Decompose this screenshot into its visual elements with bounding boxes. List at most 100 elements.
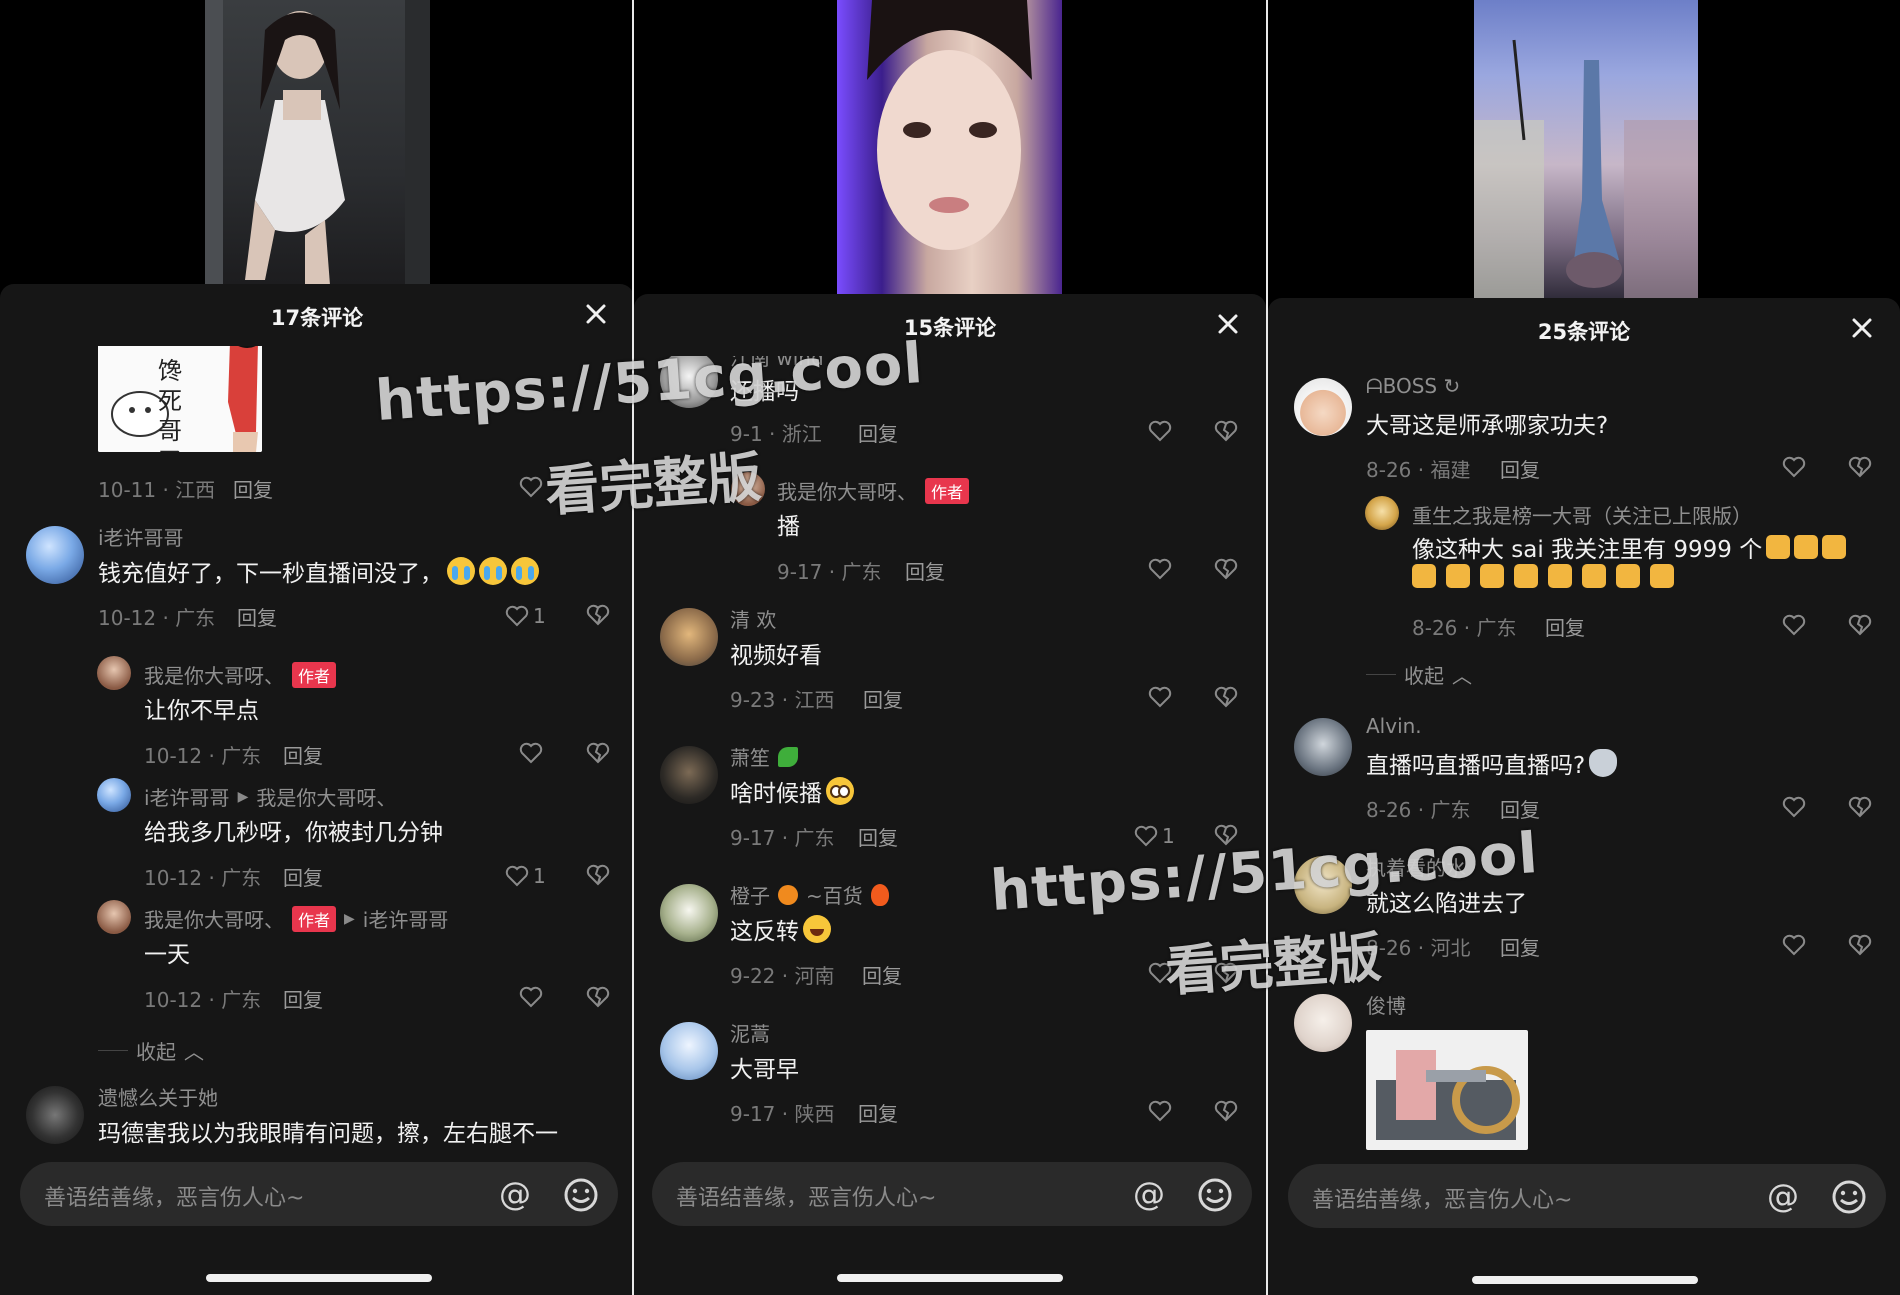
like-icon[interactable] — [519, 476, 543, 498]
home-indicator[interactable] — [837, 1274, 1063, 1282]
close-icon[interactable] — [580, 298, 612, 330]
comment-image[interactable] — [1366, 1030, 1528, 1150]
like-icon[interactable] — [1782, 456, 1806, 478]
like-icon[interactable] — [519, 742, 543, 764]
comment-username[interactable]: 泥蒿 — [730, 1018, 770, 1047]
comment-input[interactable]: 善语结善缘，恶言伤人心~ @ — [1288, 1164, 1886, 1228]
like-button[interactable]: 1 — [1134, 824, 1175, 848]
comment-input[interactable]: 善语结善缘，恶言伤人心~ @ — [20, 1162, 618, 1226]
video-preview[interactable] — [1474, 0, 1698, 300]
like-icon[interactable] — [1148, 1100, 1172, 1122]
comment-username[interactable]: 遗憾么关于她 — [98, 1082, 218, 1111]
like-icon[interactable] — [1148, 420, 1172, 442]
dislike-icon[interactable] — [1848, 614, 1872, 636]
avatar[interactable] — [660, 608, 718, 666]
reply-button[interactable]: 回复 — [863, 684, 903, 713]
comment-username[interactable]: 重生之我是榜一大哥（关注已上限版） — [1412, 500, 1752, 529]
dislike-icon[interactable] — [1214, 686, 1238, 708]
input-placeholder: 善语结善缘，恶言伤人心~ — [676, 1186, 937, 1211]
reply-button[interactable]: 回复 — [283, 740, 323, 769]
close-icon[interactable] — [1212, 308, 1244, 340]
avatar[interactable] — [26, 1086, 84, 1144]
comment-username[interactable]: i老许哥哥 ▶ 我是你大哥呀、 — [144, 782, 396, 811]
reply-to-username[interactable]: i老许哥哥 — [363, 904, 449, 933]
like-icon[interactable] — [1782, 796, 1806, 818]
reply-button[interactable]: 回复 — [1500, 794, 1540, 823]
like-icon[interactable] — [1782, 934, 1806, 956]
emoji-icon[interactable] — [562, 1176, 600, 1214]
emoji-icon[interactable] — [1196, 1176, 1234, 1214]
like-count: 1 — [533, 604, 546, 628]
dislike-icon[interactable] — [1848, 934, 1872, 956]
reply-button[interactable]: 回复 — [283, 862, 323, 891]
comment-username[interactable]: 俊博 — [1366, 990, 1406, 1019]
emoji-icon[interactable] — [1830, 1178, 1868, 1216]
dislike-icon[interactable] — [586, 742, 610, 764]
comment-sticker-image[interactable]: 馋死哥了 — [98, 346, 262, 452]
reply-button[interactable]: 回复 — [237, 602, 277, 631]
avatar[interactable] — [1294, 994, 1352, 1052]
reply-button[interactable]: 回复 — [1500, 932, 1540, 961]
dislike-icon[interactable] — [586, 604, 610, 626]
like-button[interactable]: 1 — [505, 864, 546, 888]
avatar[interactable] — [660, 884, 718, 942]
reply-button[interactable]: 回复 — [1545, 612, 1585, 641]
mention-at-icon[interactable]: @ — [1764, 1178, 1802, 1216]
mention-at-icon[interactable]: @ — [1130, 1176, 1168, 1214]
svg-text:@: @ — [1767, 1178, 1799, 1215]
comment-username[interactable]: 橙子 ~百货 — [730, 880, 889, 909]
reply-button[interactable]: 回复 — [233, 474, 273, 503]
like-button[interactable]: 1 — [505, 604, 546, 628]
close-icon[interactable] — [1846, 312, 1878, 344]
mention-at-icon[interactable]: @ — [496, 1176, 534, 1214]
comment-username[interactable]: i老许哥哥 — [98, 522, 184, 551]
home-indicator[interactable] — [1472, 1276, 1698, 1284]
avatar[interactable] — [1294, 718, 1352, 776]
avatar[interactable] — [1365, 496, 1399, 530]
reply-to-username[interactable]: 我是你大哥呀、 — [256, 782, 396, 811]
avatar[interactable] — [97, 900, 131, 934]
dislike-icon[interactable] — [1214, 558, 1238, 580]
username-text: i老许哥哥 — [144, 786, 230, 810]
comment-username[interactable]: 我是你大哥呀、 作者 — [777, 476, 970, 505]
avatar[interactable] — [660, 1022, 718, 1080]
comment-username[interactable]: 萧笙 — [730, 742, 798, 771]
cat-emoji-icon — [1616, 564, 1640, 588]
video-preview[interactable] — [837, 0, 1062, 300]
comment-username[interactable]: 清 欢 — [730, 604, 776, 633]
dislike-icon[interactable] — [1214, 420, 1238, 442]
avatar[interactable] — [97, 778, 131, 812]
collapse-replies-button[interactable]: 收起 ︿ — [1366, 660, 1472, 689]
home-indicator[interactable] — [206, 1274, 432, 1282]
username-text: 泥蒿 — [730, 1022, 770, 1046]
reply-button[interactable]: 回复 — [858, 1098, 898, 1127]
comment-username[interactable]: ᗩBOSS ↻ — [1366, 374, 1460, 398]
like-icon[interactable] — [1782, 614, 1806, 636]
like-icon[interactable] — [519, 986, 543, 1008]
reply-button[interactable]: 回复 — [858, 822, 898, 851]
like-icon[interactable] — [1148, 686, 1172, 708]
comment-username[interactable]: 我是你大哥呀、 作者 — [144, 660, 337, 689]
dislike-icon[interactable] — [1848, 796, 1872, 818]
collapse-replies-button[interactable]: 收起 ︿ — [98, 1036, 204, 1065]
like-icon[interactable] — [1148, 558, 1172, 580]
reply-button[interactable]: 回复 — [862, 960, 902, 989]
dislike-icon[interactable] — [586, 864, 610, 886]
avatar[interactable] — [1294, 378, 1352, 436]
dislike-icon[interactable] — [1848, 456, 1872, 478]
dislike-icon[interactable] — [1214, 1100, 1238, 1122]
avatar[interactable] — [26, 526, 84, 584]
video-preview[interactable] — [205, 0, 430, 290]
reply-button[interactable]: 回复 — [858, 418, 898, 447]
dislike-icon[interactable] — [586, 986, 610, 1008]
reply-button[interactable]: 回复 — [1500, 454, 1540, 483]
avatar[interactable] — [660, 746, 718, 804]
avatar[interactable] — [97, 656, 131, 690]
comment-input[interactable]: 善语结善缘，恶言伤人心~ @ — [652, 1162, 1252, 1226]
comment-username[interactable]: 我是你大哥呀、 作者 ▶ i老许哥哥 — [144, 904, 448, 933]
reply-button[interactable]: 回复 — [905, 556, 945, 585]
author-badge: 作者 — [292, 905, 337, 932]
reply-button[interactable]: 回复 — [283, 984, 323, 1013]
comment-username[interactable]: Alvin. — [1366, 714, 1422, 738]
comment-body: 啥时候播 — [730, 781, 822, 807]
